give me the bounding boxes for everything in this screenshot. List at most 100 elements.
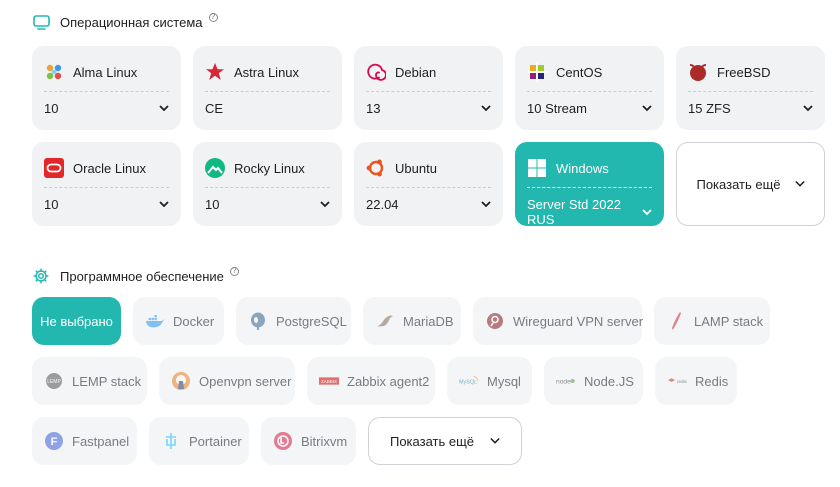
divider — [44, 187, 169, 188]
software-lamp-chip[interactable]: LAMP stack — [654, 297, 770, 345]
chip-label: Openvpn server — [199, 373, 292, 389]
redis-icon: redis — [667, 371, 687, 391]
freebsd-icon — [688, 62, 708, 82]
divider — [527, 187, 652, 188]
software-docker-chip[interactable]: Docker — [133, 297, 224, 345]
help-icon[interactable]: ? — [208, 12, 218, 22]
monitor-icon — [32, 13, 50, 31]
os-card-centos[interactable]: CentOS 10 Stream — [515, 46, 664, 130]
postgresql-icon — [248, 311, 268, 331]
divider — [366, 91, 491, 92]
version-value: 10 — [44, 197, 59, 212]
os-section-title: Операционная система ? — [32, 12, 218, 31]
version-select[interactable]: 22.04 — [366, 197, 491, 212]
nodejs-icon: node — [556, 371, 576, 391]
debian-icon — [366, 62, 386, 82]
software-fastpanel-chip[interactable]: F Fastpanel — [32, 417, 137, 465]
show-more-label: Показать ещё — [389, 433, 475, 449]
software-mariadb-chip[interactable]: MariaDB — [363, 297, 461, 345]
version-select[interactable]: 13 — [366, 101, 491, 116]
chevron-down-icon — [159, 104, 169, 114]
os-name: Ubuntu — [395, 160, 437, 176]
version-value: 10 Stream — [527, 101, 587, 116]
oracle-icon — [44, 158, 64, 178]
mysql-icon: MySQL — [459, 371, 479, 391]
svg-text:MySQL: MySQL — [459, 380, 477, 386]
chevron-down-icon — [642, 207, 652, 217]
os-card-windows[interactable]: Windows Server Std 2022 RUS — [515, 142, 664, 227]
gear-icon — [32, 267, 50, 285]
astralinux-icon — [205, 62, 225, 82]
version-select[interactable]: 15 ZFS — [688, 101, 813, 116]
software-show-more-button[interactable]: Показать ещё — [368, 417, 522, 465]
chip-label: Не выбрано — [40, 313, 113, 329]
version-select[interactable]: 10 — [205, 197, 330, 212]
chip-label: LAMP stack — [694, 313, 764, 329]
svg-text:F: F — [51, 436, 58, 448]
version-select[interactable]: 10 — [44, 197, 169, 212]
chip-label: Portainer — [189, 433, 242, 449]
svg-text:redis: redis — [677, 379, 687, 384]
version-select[interactable]: 10 Stream — [527, 101, 652, 116]
chip-label: Wireguard VPN server — [513, 313, 644, 329]
software-portainer-chip[interactable]: Portainer — [149, 417, 249, 465]
version-value: 15 ZFS — [688, 101, 731, 116]
version-value: CE — [205, 101, 224, 116]
os-name: CentOS — [556, 64, 603, 80]
software-wireguard-chip[interactable]: Wireguard VPN server — [473, 297, 644, 345]
software-openvpn-chip[interactable]: Openvpn server — [159, 357, 295, 405]
os-card-almalinux[interactable]: Alma Linux 10 — [32, 46, 181, 130]
divider — [44, 91, 169, 92]
version-value: Server Std 2022 RUS — [527, 197, 621, 227]
version-value: 10 — [44, 101, 59, 116]
os-card-ubuntu[interactable]: Ubuntu 22.04 — [354, 142, 503, 226]
divider — [205, 91, 330, 92]
version-select[interactable]: 10 — [44, 101, 169, 116]
bitrix-icon — [273, 431, 293, 451]
software-zabbix-chip[interactable]: ZABBIX Zabbix agent2 — [307, 357, 435, 405]
portainer-icon — [161, 431, 181, 451]
os-name: Debian — [395, 64, 437, 80]
software-title-text: Программное обеспечение — [60, 268, 224, 284]
divider — [688, 91, 813, 92]
mariadb-icon — [375, 311, 395, 331]
software-mysql-chip[interactable]: MySQL Mysql — [447, 357, 532, 405]
lemp-icon: LEMP — [44, 371, 64, 391]
centos-icon — [527, 62, 547, 82]
software-postgresql-chip[interactable]: PostgreSQL — [236, 297, 351, 345]
svg-text:node: node — [556, 379, 571, 386]
software-lemp-chip[interactable]: LEMP LEMP stack — [32, 357, 147, 405]
divider — [366, 187, 491, 188]
os-card-freebsd[interactable]: FreeBSD 15 ZFS — [676, 46, 825, 130]
version-select[interactable]: Server Std 2022 RUS — [527, 197, 652, 227]
chip-label: Mysql — [487, 373, 521, 389]
os-card-astralinux[interactable]: Astra Linux CE — [193, 46, 342, 130]
software-redis-chip[interactable]: redis Redis — [655, 357, 737, 405]
chevron-down-icon — [642, 104, 652, 114]
version-value: 13 — [366, 101, 381, 116]
svg-text:ZABBIX: ZABBIX — [321, 379, 337, 384]
ubuntu-icon — [366, 158, 386, 178]
chip-label: Node.JS — [584, 373, 634, 389]
help-icon[interactable]: ? — [229, 266, 239, 276]
version-value: 10 — [205, 197, 220, 212]
software-nodejs-chip[interactable]: node Node.JS — [544, 357, 643, 405]
os-title-text: Операционная система — [60, 14, 203, 30]
chevron-down-icon — [803, 104, 813, 114]
os-name: Astra Linux — [234, 64, 300, 80]
chevron-down-icon — [490, 436, 500, 446]
os-show-more-button[interactable]: Показать ещё — [676, 142, 825, 226]
chip-label: Redis — [695, 373, 729, 389]
os-card-debian[interactable]: Debian 13 — [354, 46, 503, 130]
os-card-oraclelinux[interactable]: Oracle Linux 10 — [32, 142, 181, 226]
software-bitrix-chip[interactable]: Bitrixvm — [261, 417, 356, 465]
rocky-icon — [205, 158, 225, 178]
show-more-label: Показать ещё — [696, 176, 781, 192]
chip-label: LEMP stack — [72, 373, 142, 389]
software-none-chip[interactable]: Не выбрано — [32, 297, 121, 345]
os-card-rockylinux[interactable]: Rocky Linux 10 — [193, 142, 342, 226]
version-select[interactable]: CE — [205, 101, 330, 116]
chip-label: PostgreSQL — [276, 313, 347, 329]
fastpanel-icon: F — [44, 431, 64, 451]
zabbix-icon: ZABBIX — [319, 371, 339, 391]
